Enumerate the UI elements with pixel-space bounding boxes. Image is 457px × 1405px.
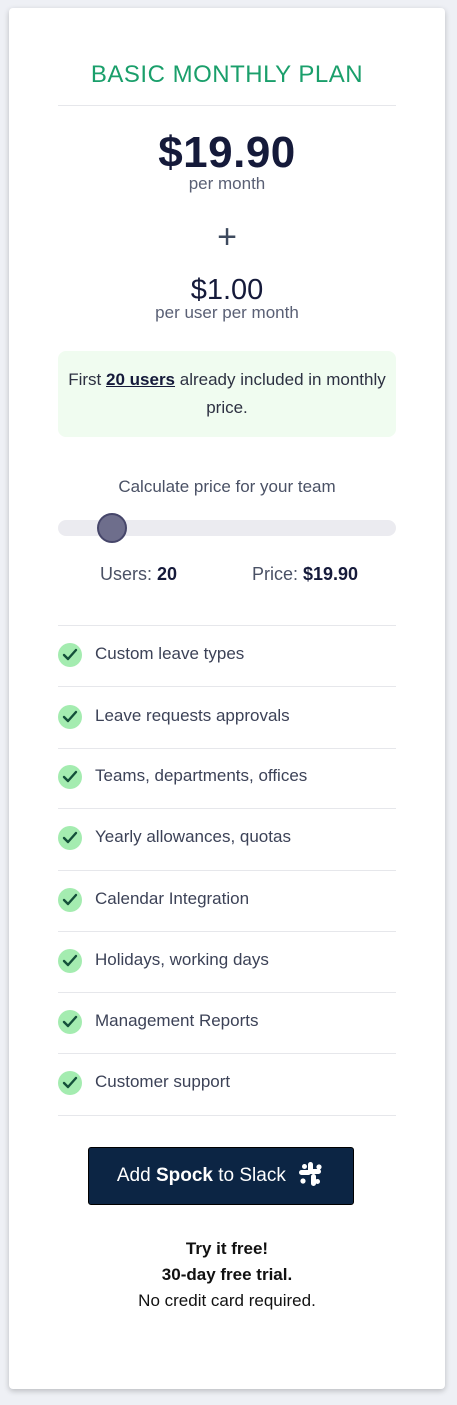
- pricing-card: BASIC MONTHLY PLAN $19.90 per month + $1…: [9, 8, 445, 1389]
- notice-suffix: already included in monthly price.: [175, 370, 386, 417]
- feature-label: Customer support: [95, 1072, 231, 1091]
- feature-label: Yearly allowances, quotas: [95, 827, 291, 846]
- feature-item: Yearly allowances, quotas: [58, 808, 396, 869]
- plan-price-period: per month: [188, 174, 266, 193]
- feature-item: Calendar Integration: [58, 870, 396, 931]
- check-icon: [58, 1071, 82, 1095]
- slack-icon: [299, 1161, 322, 1186]
- users-label: Users:: [100, 564, 158, 584]
- per-user-period: per user per month: [155, 303, 299, 322]
- trial-line-3: No credit card required.: [138, 1291, 316, 1310]
- feature-label: Calendar Integration: [95, 889, 250, 908]
- divider: [58, 105, 396, 106]
- feature-label: Teams, departments, offices: [95, 766, 308, 785]
- check-icon: [58, 826, 82, 850]
- notice-highlight: 20 users: [106, 370, 176, 389]
- price-value: $19.90: [303, 564, 359, 584]
- price-label: Price:: [252, 564, 304, 584]
- cta-prefix: Add: [116, 1165, 156, 1186]
- check-icon: [58, 1010, 82, 1034]
- check-icon: [58, 643, 82, 667]
- feature-item: Custom leave types: [58, 625, 396, 686]
- check-icon: [58, 949, 82, 973]
- feature-label: Leave requests approvals: [95, 706, 290, 725]
- feature-item: Holidays, working days: [58, 931, 396, 992]
- feature-item: Management Reports: [58, 992, 396, 1053]
- cta-brand: Spock: [155, 1165, 213, 1186]
- check-icon: [58, 705, 82, 729]
- plan-title: BASIC MONTHLY PLAN: [90, 61, 364, 88]
- trial-line-2: 30-day free trial.: [161, 1265, 293, 1284]
- divider: [58, 1115, 396, 1116]
- notice-prefix: First: [68, 370, 107, 389]
- plus-icon: +: [217, 218, 237, 256]
- check-icon: [58, 765, 82, 789]
- feature-label: Management Reports: [95, 1011, 259, 1030]
- feature-label: Holidays, working days: [95, 950, 269, 969]
- included-users-notice: First 20 users already included in month…: [58, 351, 396, 437]
- users-value: 20: [157, 564, 178, 584]
- users-slider-thumb[interactable]: [97, 513, 127, 543]
- feature-item: Customer support: [58, 1053, 396, 1114]
- check-icon: [58, 888, 82, 912]
- feature-item: Teams, departments, offices: [58, 747, 396, 808]
- users-readout: Users: 20: [100, 564, 177, 585]
- cta-suffix: to Slack: [212, 1165, 286, 1186]
- feature-label: Custom leave types: [95, 644, 245, 663]
- plan-price: $19.90: [158, 128, 296, 177]
- price-readout: Price: $19.90: [252, 564, 358, 585]
- calculator-label: Calculate price for your team: [118, 477, 336, 496]
- trial-line-1: Try it free!: [185, 1239, 269, 1258]
- add-to-slack-button[interactable]: Add Spock to Slack: [88, 1147, 354, 1205]
- feature-item: Leave requests approvals: [58, 687, 396, 748]
